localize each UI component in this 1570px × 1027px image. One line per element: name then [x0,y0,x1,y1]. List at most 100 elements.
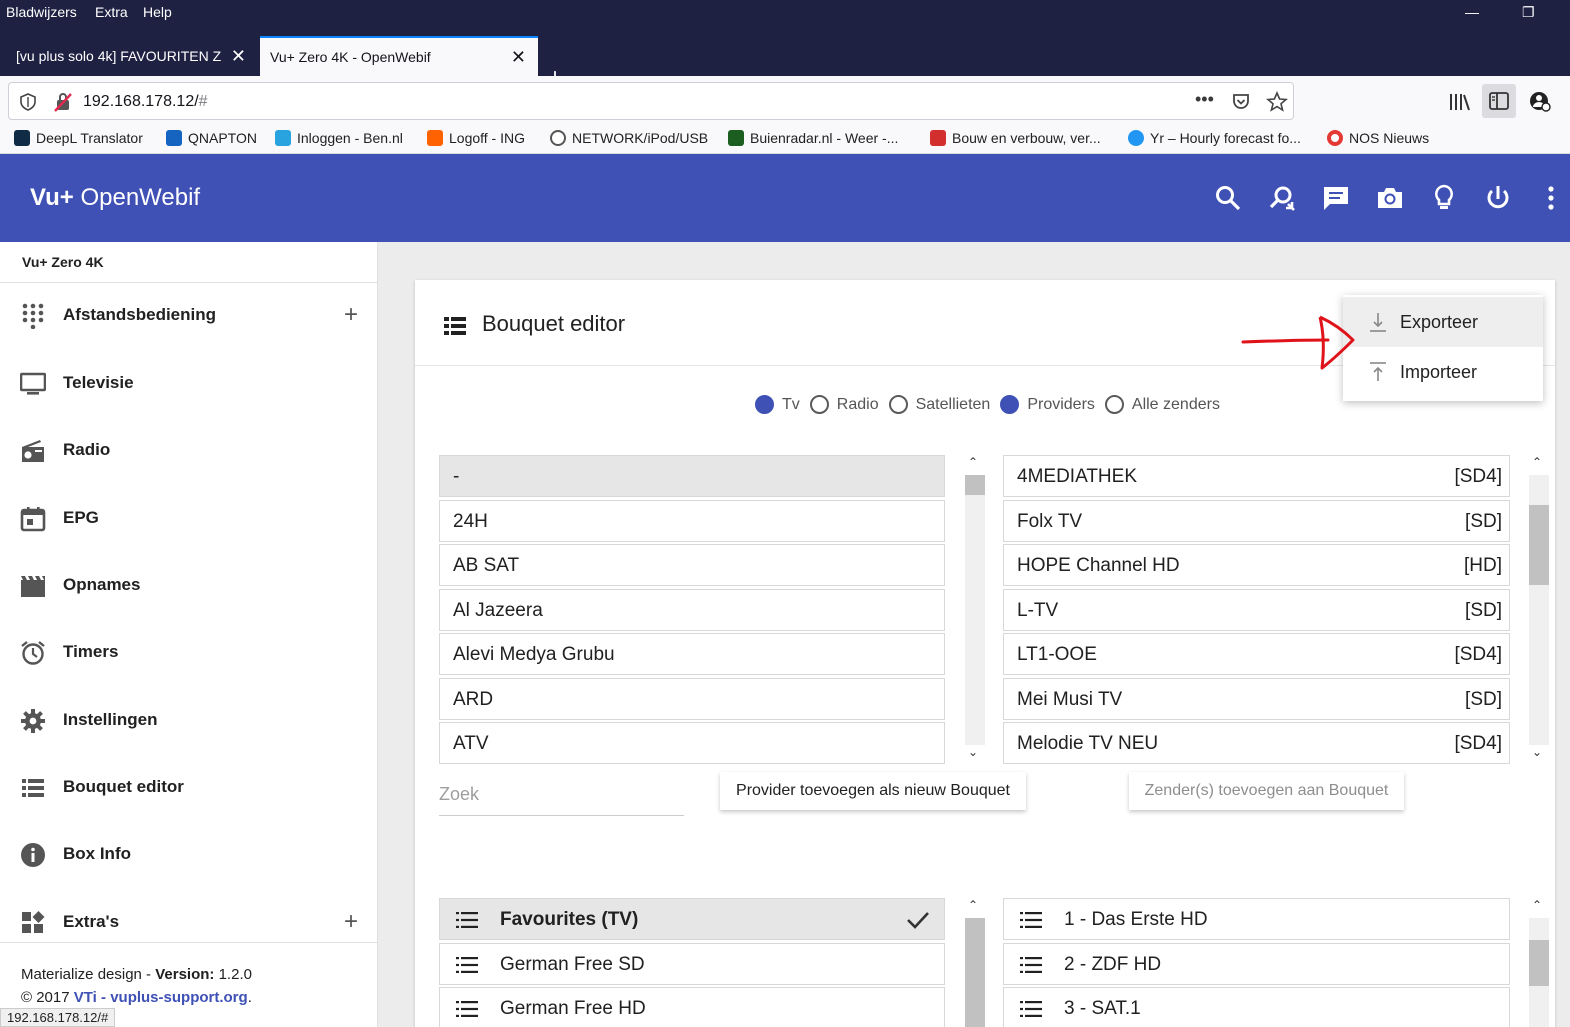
power-icon[interactable] [1484,184,1512,212]
bookmark-buienradar[interactable]: Buienradar.nl - Weer -... [728,130,898,146]
scroll-track[interactable] [1529,475,1549,745]
scroll-up-icon[interactable]: ⌃ [1532,455,1542,469]
scroll-thumb[interactable] [965,918,985,1027]
scroll-thumb[interactable] [965,475,985,495]
sidebar-item-radio[interactable]: Radio [0,426,378,476]
page-actions-icon[interactable]: ••• [1195,89,1214,110]
list-item[interactable]: Mei Musi TV [SD] [1003,678,1510,720]
scroll-track[interactable] [965,475,985,745]
browser-navbar: 192.168.178.12/# ••• [0,76,1570,126]
add-provider-button[interactable]: Provider toevoegen als nieuw Bouquet [720,772,1026,810]
list-item[interactable]: Al Jazeera [439,589,945,631]
bouquet-channel-scrollbar[interactable]: ⌃ [1529,898,1549,1027]
scroll-up-icon[interactable]: ⌃ [1532,898,1542,912]
list-item[interactable]: ARD [439,678,945,720]
bookmark-yr[interactable]: Yr – Hourly forecast fo... [1128,130,1301,146]
radio-alle-zenders[interactable]: Alle zenders [1104,395,1220,414]
insecure-lock-icon[interactable] [53,92,73,112]
sidebar-toggle-button[interactable] [1482,84,1516,118]
more-vert-icon[interactable] [1537,184,1565,212]
list-item[interactable]: Melodie TV NEU [SD4] [1003,722,1510,764]
bookmark-ben[interactable]: Inloggen - Ben.nl [275,130,403,146]
expand-plus-icon[interactable]: + [344,908,358,936]
list-item[interactable]: German Free SD [439,943,945,985]
sidebar-item-epg[interactable]: EPG [0,494,378,544]
sidebar: Vu+ Zero 4K Afstandsbediening + Televisi… [0,242,378,1027]
search-input[interactable]: Zoek [439,780,684,816]
minimize-icon[interactable]: — [1465,4,1479,20]
vuplus-support-link[interactable]: vuplus-support.org [110,989,248,1006]
menu-bladwijzers[interactable]: Bladwijzers [6,4,77,20]
menu-help[interactable]: Help [143,4,172,20]
bookmark-nos[interactable]: NOS Nieuws [1327,130,1429,146]
list-item[interactable]: Folx TV [SD] [1003,500,1510,542]
list-item[interactable]: German Free HD [439,987,945,1027]
expand-plus-icon[interactable]: + [344,301,358,329]
pocket-icon[interactable] [1231,92,1251,112]
tab-vu-plus-forum[interactable]: [vu plus solo 4k] FAVOURITEN Z ✕ [0,36,258,76]
radio-radio[interactable]: Radio [809,395,879,414]
vti-link[interactable]: VTi [74,989,97,1006]
bouquet-scrollbar[interactable]: ⌃ [965,898,985,1027]
bookmark-deepl[interactable]: DeepL Translator [14,130,143,146]
list-item[interactable]: 24H [439,500,945,542]
scroll-thumb[interactable] [1529,505,1549,585]
radio-providers[interactable]: Providers [1000,395,1095,414]
list-item[interactable]: AB SAT [439,544,945,586]
sidebar-item-afstandsbediening[interactable]: Afstandsbediening + [0,291,378,341]
url-bar[interactable]: 192.168.178.12/# ••• [8,82,1294,120]
zoom-search-icon[interactable] [1268,184,1296,212]
app-header: Vu+ OpenWebif [0,154,1570,242]
bookmark-qnapton[interactable]: QNAPTON [166,130,257,146]
bookmark-star-icon[interactable] [1266,91,1288,113]
scroll-track[interactable] [1529,918,1549,1027]
scroll-track[interactable] [965,918,985,1027]
message-icon[interactable] [1322,184,1350,212]
sidebar-item-box-info[interactable]: Box Info [0,830,378,880]
bookmark-network[interactable]: NETWORK/iPod/USB [550,130,708,146]
scroll-down-icon[interactable]: ⌄ [968,745,978,759]
restore-icon[interactable]: ❐ [1522,4,1535,21]
sidebar-item-timers[interactable]: Timers [0,628,378,678]
close-tab-icon[interactable]: ✕ [511,47,526,68]
list-item[interactable]: LT1-OOE [SD4] [1003,633,1510,675]
radio-satellieten[interactable]: Satellieten [888,395,990,414]
brand-logo[interactable]: Vu+ OpenWebif [30,184,200,212]
scroll-down-icon[interactable]: ⌄ [1532,745,1542,759]
sidebar-item-instellingen[interactable]: Instellingen [0,696,378,746]
provider-scrollbar[interactable]: ⌃ ⌄ [965,455,985,765]
scroll-up-icon[interactable]: ⌃ [968,455,978,469]
list-item[interactable]: - [439,455,945,497]
tab-openwebif[interactable]: Vu+ Zero 4K - OpenWebif ✕ [260,36,538,76]
scroll-up-icon[interactable]: ⌃ [968,898,978,912]
add-channel-button[interactable]: Zender(s) toevoegen aan Bouquet [1129,772,1404,810]
bookmark-bouw[interactable]: Bouw en verbouw, ver... [930,130,1101,146]
sidebar-item-televisie[interactable]: Televisie [0,359,378,409]
sidebar-item-extras[interactable]: Extra's + [0,898,378,948]
menu-extra[interactable]: Extra [95,4,128,20]
list-item[interactable]: HOPE Channel HD [HD] [1003,544,1510,586]
list-item[interactable]: ATV [439,722,945,764]
import-menu-item[interactable]: Importeer [1343,347,1543,397]
channel-scrollbar[interactable]: ⌃ ⌄ [1529,455,1549,765]
scroll-thumb[interactable] [1529,940,1549,986]
search-icon[interactable] [1214,184,1242,212]
bookmark-ing[interactable]: Logoff - ING [427,130,525,146]
list-item[interactable]: 4MEDIATHEK [SD4] [1003,455,1510,497]
list-item[interactable]: 2 - ZDF HD [1003,943,1510,985]
close-tab-icon[interactable]: ✕ [231,46,246,67]
list-item[interactable]: 3 - SAT.1 [1003,987,1510,1027]
list-item[interactable]: Favourites (TV) [439,898,945,940]
library-icon[interactable] [1449,92,1471,112]
list-item[interactable]: Alevi Medya Grubu [439,633,945,675]
lightbulb-icon[interactable] [1430,184,1458,212]
account-icon[interactable] [1529,90,1551,112]
list-item[interactable]: 1 - Das Erste HD [1003,898,1510,940]
export-menu-item[interactable]: Exporteer [1343,297,1543,347]
camera-icon[interactable] [1376,184,1404,212]
shield-icon[interactable] [19,93,37,111]
radio-tv[interactable]: Tv [755,395,800,414]
sidebar-item-bouquet-editor[interactable]: Bouquet editor [0,763,378,813]
sidebar-item-opnames[interactable]: Opnames [0,561,378,611]
list-item[interactable]: L-TV [SD] [1003,589,1510,631]
